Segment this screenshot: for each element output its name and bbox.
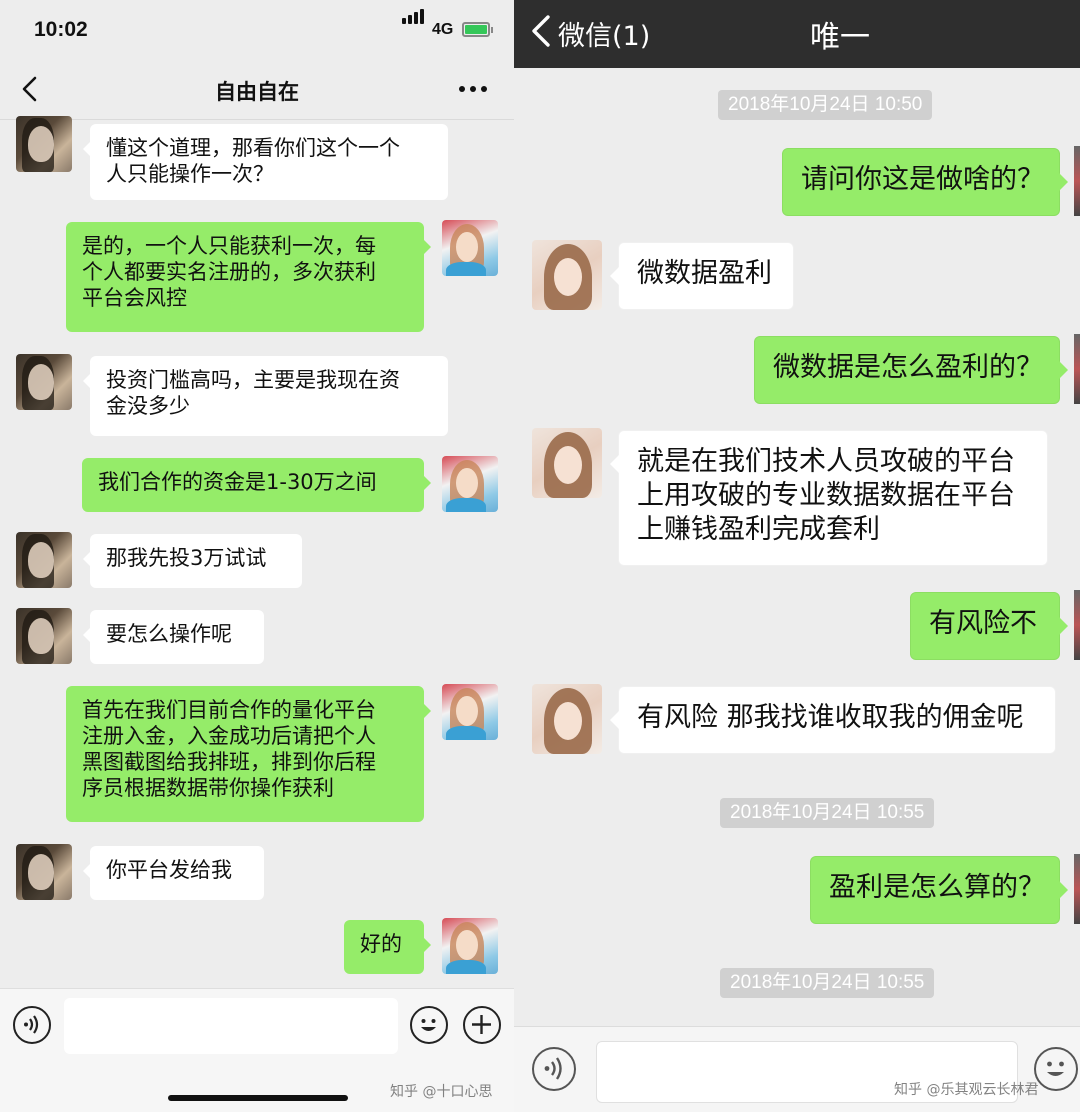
timestamp: 2018年10月24日 10:55 [720, 798, 935, 828]
plus-icon[interactable] [463, 1006, 501, 1044]
message-bubble: 微数据盈利 [610, 242, 794, 310]
message-bubble: 首先在我们目前合作的量化平台 注册入金，入金成功后请把个人 黑图截图给我排班，排… [66, 686, 431, 822]
avatar[interactable] [442, 918, 498, 974]
message-bubble: 有风险 那我找谁收取我的佣金呢 [610, 686, 1056, 754]
message-bubble: 我们合作的资金是1-30万之间 [82, 458, 431, 512]
avatar[interactable] [442, 684, 498, 740]
message-bubble: 盈利是怎么算的？ [810, 856, 1068, 924]
back-label[interactable]: 微信(1) [558, 14, 650, 53]
message-bubble: 要怎么操作呢 [83, 610, 264, 664]
avatar[interactable] [16, 608, 72, 664]
chat-header: 微信(1) 唯一 [514, 0, 1080, 68]
avatar[interactable] [16, 844, 72, 900]
avatar[interactable] [442, 220, 498, 276]
message-bubble: 微数据是怎么盈利的？ [754, 336, 1068, 404]
avatar[interactable] [16, 354, 72, 410]
avatar[interactable] [1074, 146, 1080, 216]
right-chat-screen: 微信(1) 唯一 2018年10月24日 10:50 请问你这是做啥的？ 微数据… [514, 0, 1080, 1112]
left-chat-screen: 10:02 4G 自由自在 懂这个道理，那看你们这个一个 人只能操作一次？ 是的… [0, 0, 514, 1112]
message-bubble: 懂这个道理，那看你们这个一个 人只能操作一次？ [83, 124, 448, 200]
status-time: 10:02 [34, 18, 88, 41]
message-bubble: 请问你这是做啥的？ [782, 148, 1068, 216]
voice-icon[interactable] [13, 1006, 51, 1044]
avatar[interactable] [532, 684, 602, 754]
emoji-icon[interactable] [410, 1006, 448, 1044]
battery-icon [462, 22, 493, 37]
voice-icon[interactable] [532, 1047, 576, 1091]
message-input[interactable] [64, 998, 398, 1054]
ellipsis-icon[interactable] [456, 86, 490, 94]
network-type: 4G [432, 21, 454, 38]
avatar[interactable] [1074, 590, 1080, 660]
emoji-icon[interactable] [1034, 1047, 1078, 1091]
status-bar: 10:02 4G [0, 0, 514, 60]
watermark: 知乎 @乐其观云长林君 [894, 1082, 1039, 1098]
chevron-left-icon[interactable] [528, 14, 554, 48]
message-bubble: 是的，一个人只能获利一次，每 个人都要实名注册的，多次获利 平台会风控 [66, 222, 431, 332]
avatar[interactable] [442, 456, 498, 512]
avatar[interactable] [16, 532, 72, 588]
message-bubble: 有风险不 [910, 592, 1068, 660]
home-indicator [168, 1095, 348, 1101]
input-bar: 知乎 @乐其观云长林君 [514, 1026, 1080, 1112]
avatar[interactable] [1074, 334, 1080, 404]
message-bubble: 就是在我们技术人员攻破的平台 上用攻破的专业数据数据在平台 上赚钱盈利完成套利 [610, 430, 1048, 566]
avatar[interactable] [532, 240, 602, 310]
input-bar: 知乎 @十口心思 [0, 988, 514, 1112]
avatar[interactable] [532, 428, 602, 498]
chat-title: 唯一 [810, 20, 870, 55]
message-bubble: 你平台发给我 [83, 846, 264, 900]
message-bubble: 投资门槛高吗，主要是我现在资 金没多少 [83, 356, 448, 436]
message-bubble: 那我先投3万试试 [83, 534, 302, 588]
avatar[interactable] [1074, 854, 1080, 924]
timestamp: 2018年10月24日 10:55 [720, 968, 935, 998]
message-bubble: 好的 [344, 920, 431, 974]
chat-header: 自由自在 [0, 60, 514, 120]
chat-title: 自由自在 [215, 80, 299, 104]
watermark: 知乎 @十口心思 [390, 1084, 493, 1100]
timestamp: 2018年10月24日 10:50 [718, 90, 933, 120]
avatar[interactable] [16, 116, 72, 172]
